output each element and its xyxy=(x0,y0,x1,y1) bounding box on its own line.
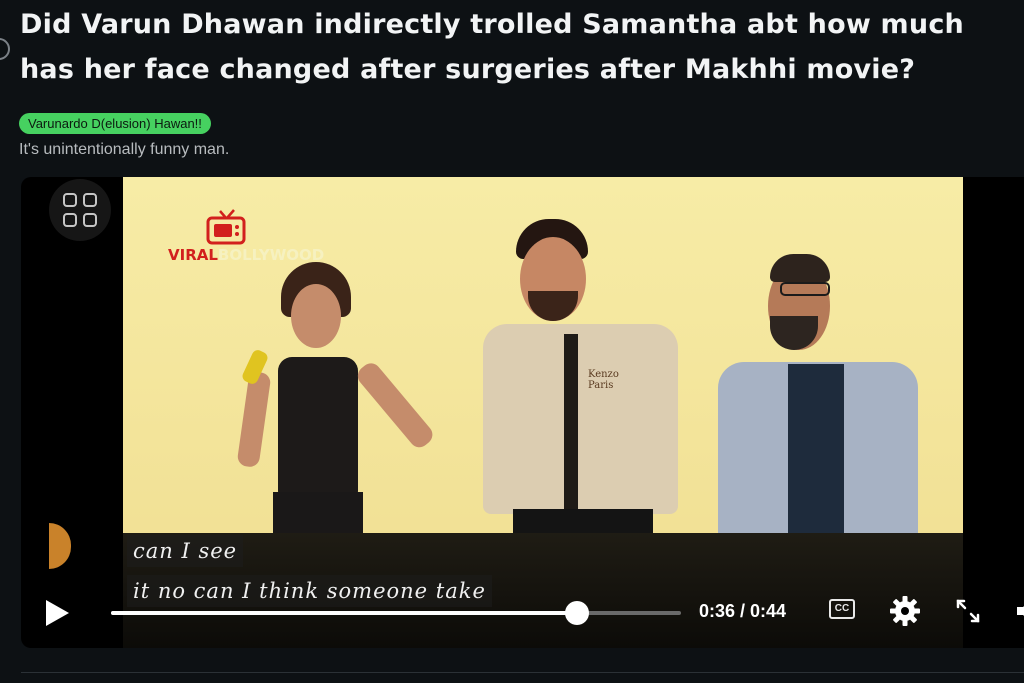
person-left xyxy=(233,262,437,572)
post-body-text: It's unintentionally funny man. xyxy=(19,141,230,158)
post-title[interactable]: Did Varun Dhawan indirectly trolled Sama… xyxy=(20,2,1020,92)
collapse-ring-icon[interactable] xyxy=(0,38,10,60)
channel-watermark-logo: VIRALBOLLYWOOD xyxy=(168,201,324,271)
seek-bar[interactable] xyxy=(111,601,681,625)
volume-icon[interactable] xyxy=(1015,599,1024,623)
fullscreen-expand-icon[interactable] xyxy=(955,598,981,624)
post-card-bottom-edge xyxy=(21,672,1024,683)
grid-menu-icon[interactable] xyxy=(49,179,111,241)
watermark-text-viral: VIRAL xyxy=(168,246,218,264)
video-controls-bar: 0:36 / 0:44 CC xyxy=(21,581,1024,648)
settings-gear-icon[interactable] xyxy=(889,595,921,627)
seek-bar-handle[interactable] xyxy=(565,601,590,625)
subtitle-line-1: can I see xyxy=(127,535,244,567)
play-icon[interactable] xyxy=(43,598,71,628)
playback-time: 0:36 / 0:44 xyxy=(699,601,787,621)
closed-captions-icon[interactable]: CC xyxy=(829,599,855,619)
side-thumbnail-fragment xyxy=(49,523,71,569)
reddit-post-page: Did Varun Dhawan indirectly trolled Sama… xyxy=(0,0,1024,683)
tv-icon xyxy=(206,209,246,245)
video-player[interactable]: VIRALBOLLYWOOD Kenzo Paris can I see it … xyxy=(21,177,1024,648)
shirt-logo-text: Kenzo Paris xyxy=(588,369,619,391)
seek-bar-fill xyxy=(111,611,578,615)
post-flair[interactable]: Varunardo D(elusion) Hawan!! xyxy=(19,113,211,134)
